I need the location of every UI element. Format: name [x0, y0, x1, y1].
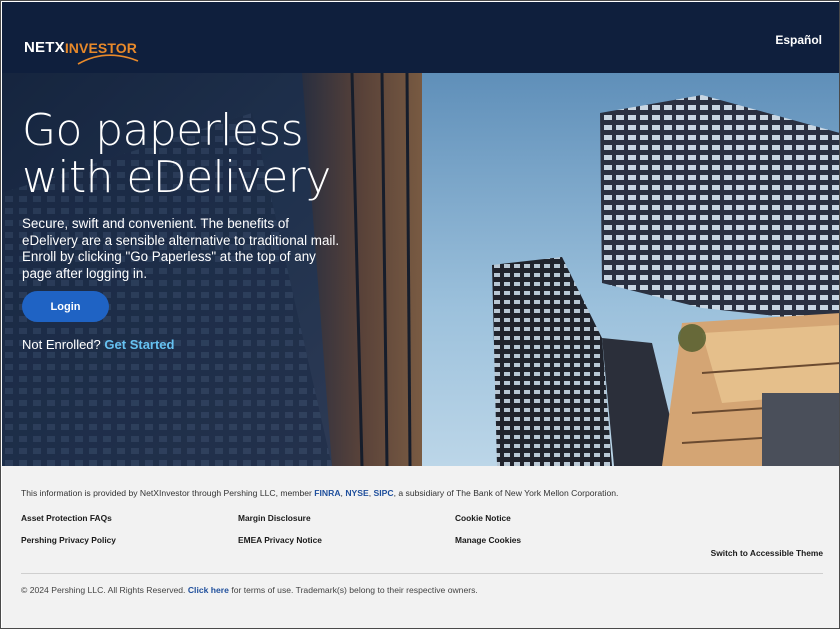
disclosure-prefix: This information is provided by NetXInve… [21, 488, 315, 498]
login-button[interactable]: Login [22, 291, 109, 322]
hero-title-line1: Go paperless [22, 105, 304, 156]
get-started-link[interactable]: Get Started [104, 337, 174, 352]
netxinvestor-logo[interactable]: NETX INVESTOR [24, 30, 139, 65]
disclosure-suffix: , a subsidiary of The Bank of New York M… [393, 488, 619, 498]
copyright-notice: © 2024 Pershing LLC. All Rights Reserved… [21, 585, 478, 595]
manage-cookies-link[interactable]: Manage Cookies [455, 535, 521, 545]
emea-privacy-notice-link[interactable]: EMEA Privacy Notice [238, 535, 322, 545]
page-frame: NETX INVESTOR Español Go paperless with … [0, 0, 840, 629]
not-enrolled-text: Not Enrolled? [22, 337, 101, 352]
sipc-link[interactable]: SIPC [374, 488, 394, 498]
hero-title-line2: with eDelivery [22, 152, 331, 203]
nyse-link[interactable]: NYSE [345, 488, 368, 498]
cookie-notice-link[interactable]: Cookie Notice [455, 513, 511, 523]
logo-swoosh-icon [77, 54, 139, 65]
terms-of-use-link[interactable]: Click here [188, 585, 229, 595]
accessible-theme-toggle[interactable]: Switch to Accessible Theme [711, 548, 823, 558]
asset-protection-faqs-link[interactable]: Asset Protection FAQs [21, 513, 112, 523]
top-header: NETX INVESTOR Español [2, 2, 839, 73]
footer-disclosure: This information is provided by NetXInve… [21, 488, 618, 498]
language-link-espanol[interactable]: Español [775, 33, 822, 47]
copyright-suffix: for terms of use. Trademark(s) belong to… [228, 585, 478, 595]
footer: This information is provided by NetXInve… [2, 466, 839, 628]
logo-text-netx: NETX [24, 39, 65, 56]
hero-title: Go paperless with eDelivery [22, 107, 342, 201]
footer-divider [21, 573, 823, 574]
margin-disclosure-link[interactable]: Margin Disclosure [238, 513, 311, 523]
hero-banner: Go paperless with eDelivery Secure, swif… [2, 73, 839, 466]
finra-link[interactable]: FINRA [314, 488, 340, 498]
copyright-prefix: © 2024 Pershing LLC. All Rights Reserved… [21, 585, 188, 595]
hero-description: Secure, swift and convenient. The benefi… [22, 216, 340, 281]
hero-text-block: Go paperless with eDelivery Secure, swif… [22, 107, 342, 282]
pershing-privacy-policy-link[interactable]: Pershing Privacy Policy [21, 535, 116, 545]
enroll-prompt: Not Enrolled? Get Started [22, 337, 174, 352]
